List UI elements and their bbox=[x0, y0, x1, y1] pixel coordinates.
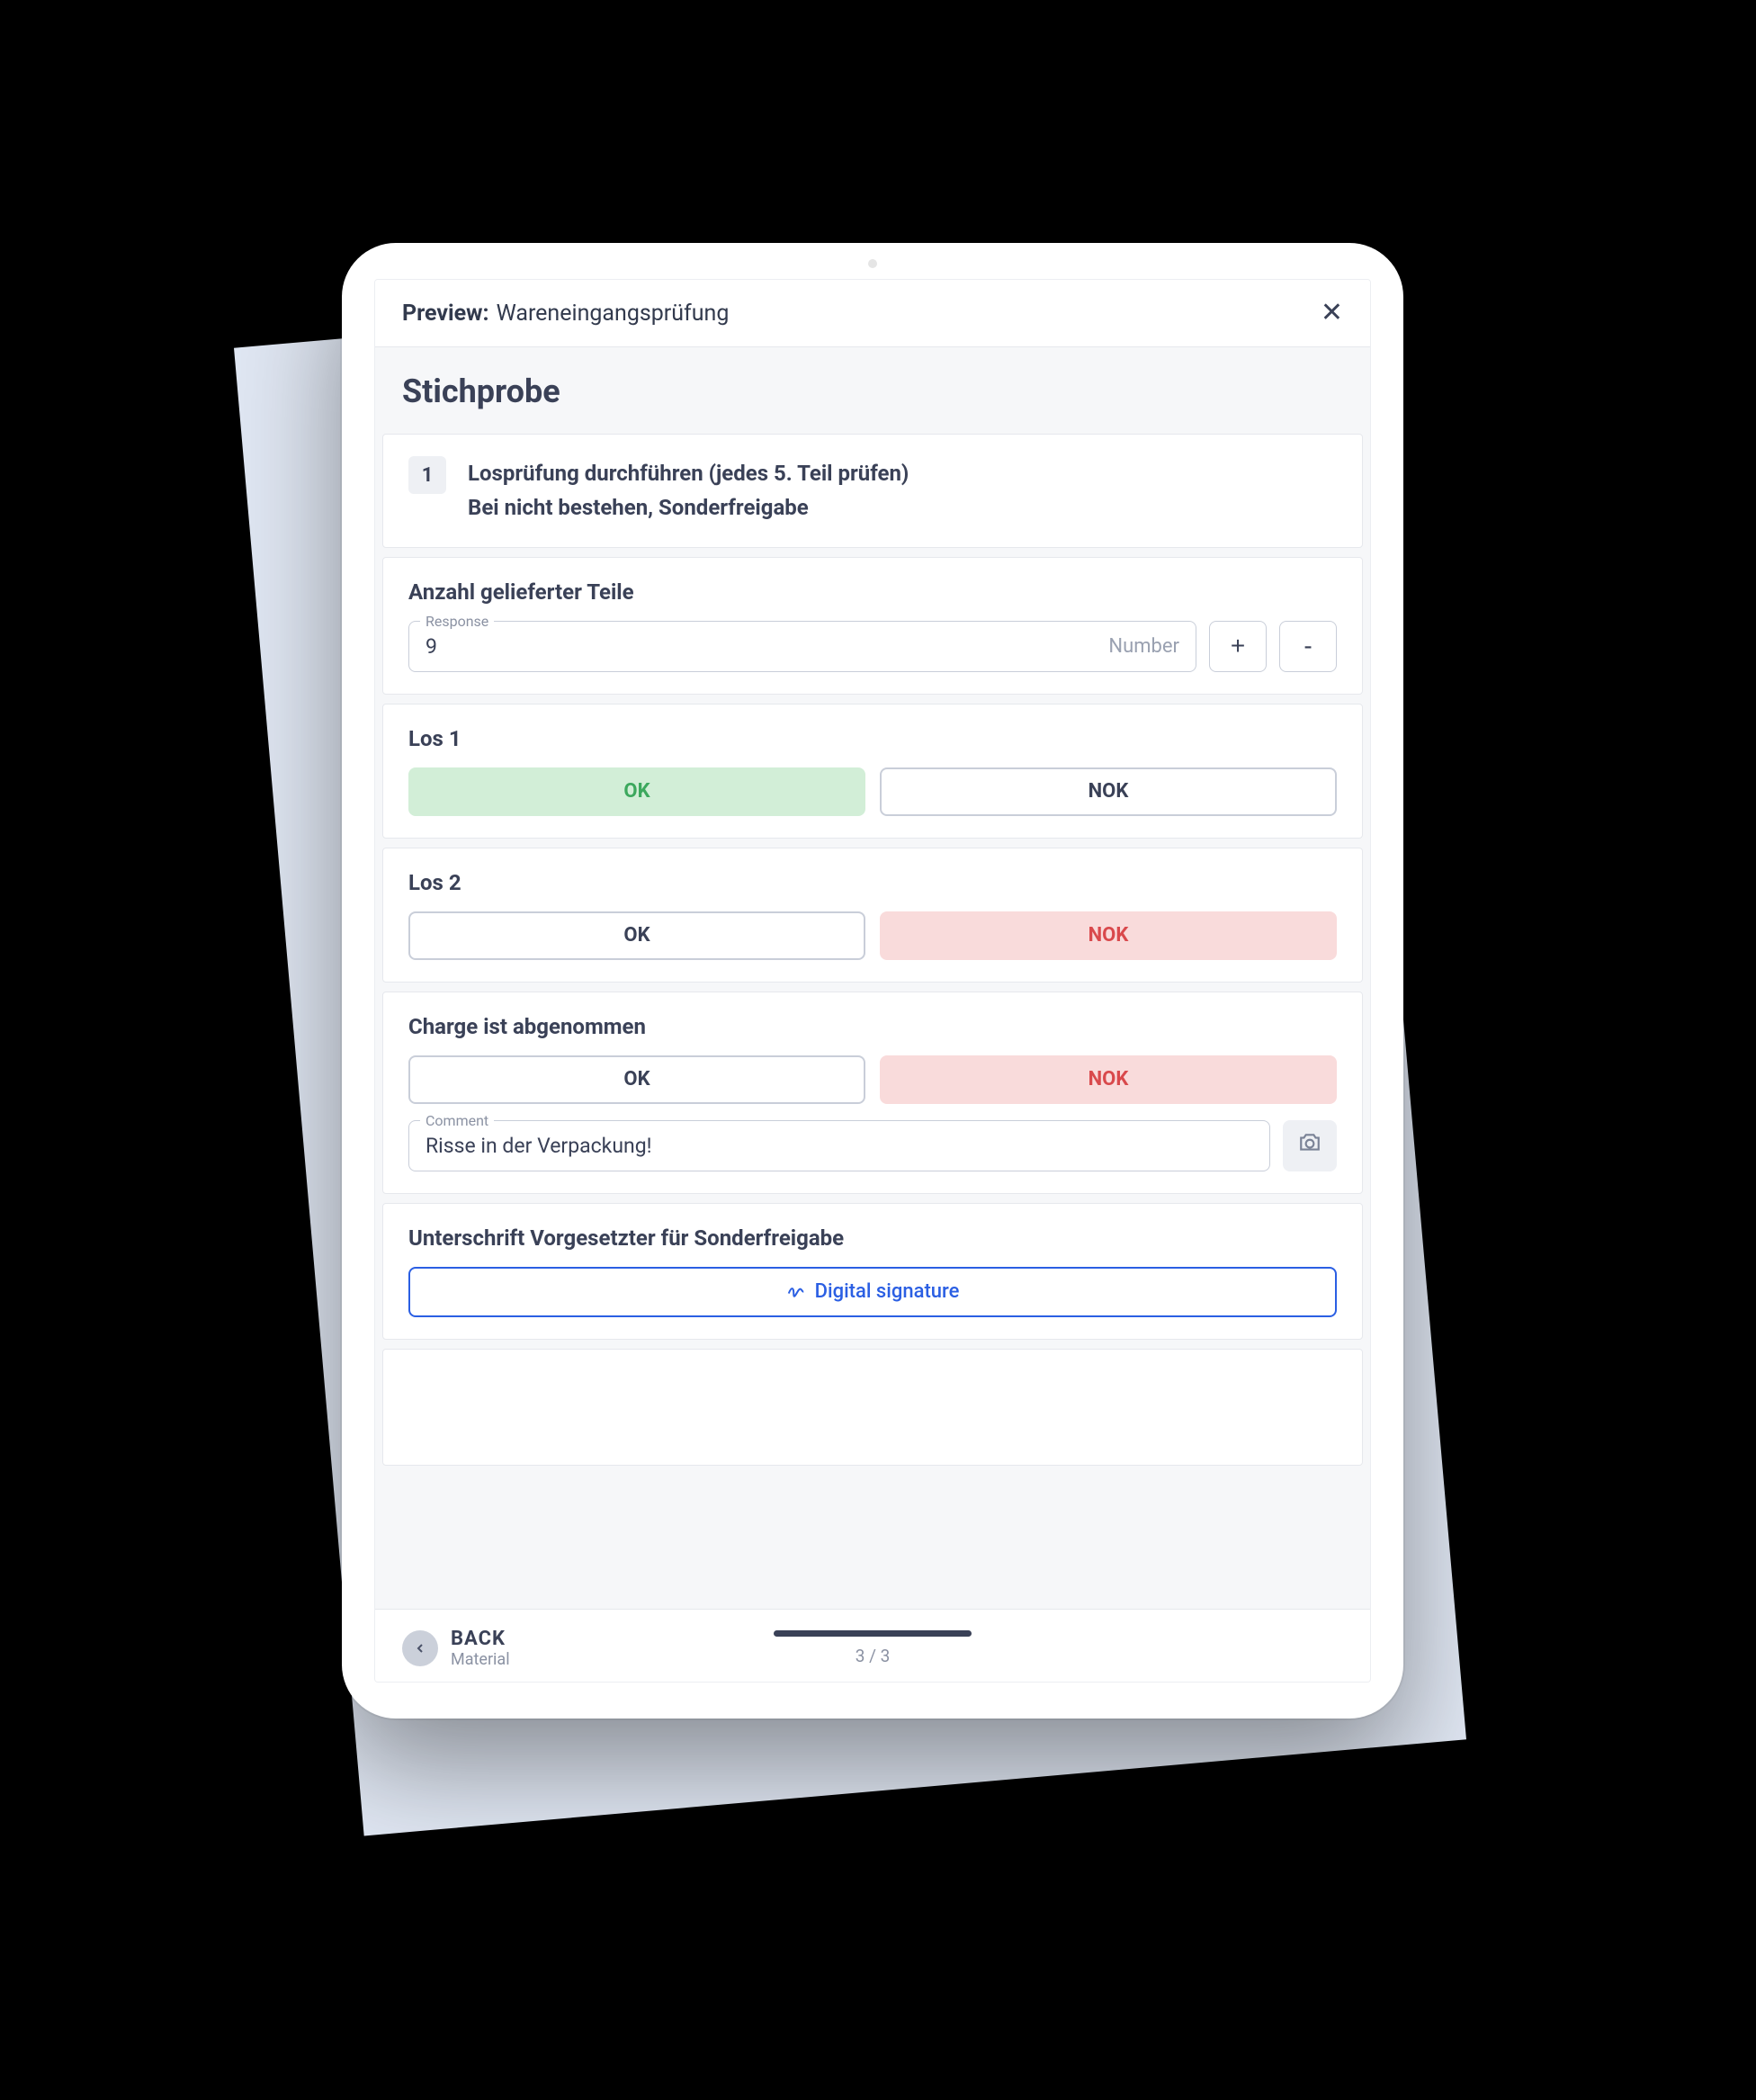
los2-card: Los 2 OK NOK bbox=[382, 848, 1363, 983]
quantity-type: Number bbox=[1108, 635, 1179, 658]
comment-input[interactable]: Comment Risse in der Verpackung! bbox=[408, 1120, 1270, 1171]
quantity-label: Anzahl gelieferter Teile bbox=[408, 579, 1337, 605]
quantity-float-label: Response bbox=[420, 613, 494, 630]
comment-float-label: Comment bbox=[420, 1112, 494, 1129]
los1-label: Los 1 bbox=[408, 726, 1337, 751]
signature-button[interactable]: Digital signature bbox=[408, 1267, 1337, 1317]
header-title: Wareneingangsprüfung bbox=[497, 301, 730, 327]
close-icon[interactable]: ✕ bbox=[1321, 300, 1343, 327]
charge-ok-button[interactable]: OK bbox=[408, 1055, 865, 1104]
camera-icon bbox=[1298, 1131, 1321, 1161]
header-prefix: Preview: bbox=[402, 301, 489, 327]
comment-value: Risse in der Verpackung! bbox=[426, 1134, 1253, 1158]
signature-label: Unterschrift Vorgesetzter für Sonderfrei… bbox=[408, 1225, 1337, 1251]
camera-button[interactable] bbox=[1283, 1120, 1337, 1171]
step-card: 1 Losprüfung durchführen (jedes 5. Teil … bbox=[382, 434, 1363, 548]
signature-card: Unterschrift Vorgesetzter für Sonderfrei… bbox=[382, 1203, 1363, 1340]
quantity-value: 9 bbox=[426, 634, 1108, 659]
los1-ok-button[interactable]: OK bbox=[408, 767, 865, 816]
los2-label: Los 2 bbox=[408, 870, 1337, 895]
back-sub-label: Material bbox=[451, 1650, 510, 1669]
quantity-minus-button[interactable]: - bbox=[1279, 621, 1337, 672]
empty-card bbox=[382, 1349, 1363, 1466]
header-bar: Preview: Wareneingangsprüfung ✕ bbox=[375, 280, 1370, 347]
tablet-frame: Preview: Wareneingangsprüfung ✕ Stichpro… bbox=[342, 243, 1403, 1719]
step-line-2: Bei nicht bestehen, Sonderfreigabe bbox=[468, 490, 909, 525]
charge-card: Charge ist abgenommen OK NOK Comment Ris… bbox=[382, 992, 1363, 1194]
footer-bar: BACK Material 3 / 3 bbox=[375, 1609, 1370, 1682]
los1-nok-button[interactable]: NOK bbox=[880, 767, 1337, 816]
back-button[interactable]: BACK Material bbox=[402, 1628, 510, 1669]
signature-icon bbox=[786, 1279, 806, 1304]
chevron-left-icon bbox=[402, 1630, 438, 1666]
quantity-card: Anzahl gelieferter Teile Response 9 Numb… bbox=[382, 557, 1363, 695]
quantity-plus-button[interactable]: + bbox=[1209, 621, 1267, 672]
step-number: 1 bbox=[408, 456, 446, 494]
signature-button-label: Digital signature bbox=[815, 1280, 960, 1303]
quantity-input[interactable]: Response 9 Number bbox=[408, 621, 1196, 672]
page-title: Stichprobe bbox=[375, 347, 1370, 434]
screen: Preview: Wareneingangsprüfung ✕ Stichpro… bbox=[374, 279, 1371, 1683]
progress-bar bbox=[774, 1630, 972, 1637]
step-line-1: Losprüfung durchführen (jedes 5. Teil pr… bbox=[468, 456, 909, 490]
los2-ok-button[interactable]: OK bbox=[408, 911, 865, 960]
charge-label: Charge ist abgenommen bbox=[408, 1014, 1337, 1039]
los1-card: Los 1 OK NOK bbox=[382, 704, 1363, 839]
charge-nok-button[interactable]: NOK bbox=[880, 1055, 1337, 1104]
back-label: BACK bbox=[451, 1628, 510, 1650]
los2-nok-button[interactable]: NOK bbox=[880, 911, 1337, 960]
progress-text: 3 / 3 bbox=[774, 1646, 972, 1666]
